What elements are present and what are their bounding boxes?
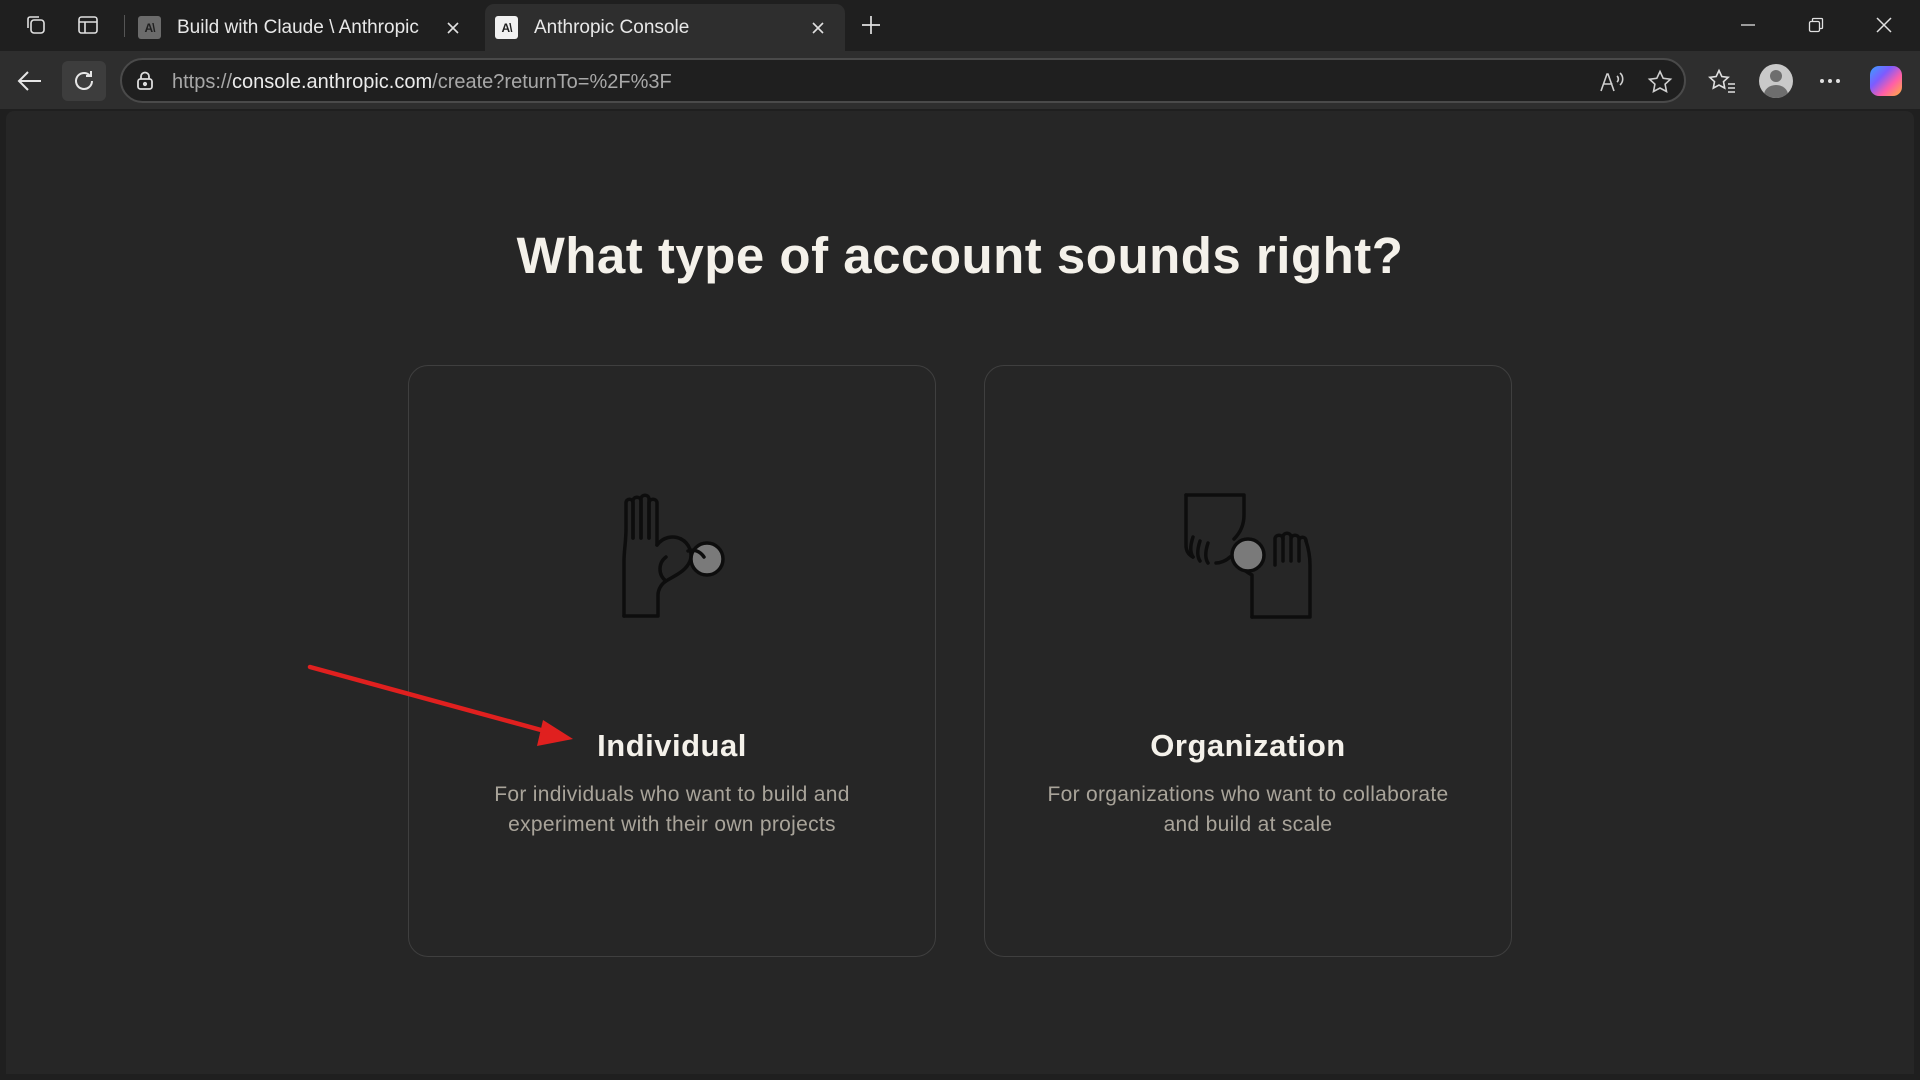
tab-actions-icon[interactable] xyxy=(70,8,106,42)
browser-address-bar: https://console.anthropic.com/create?ret… xyxy=(0,51,1920,109)
more-icon[interactable] xyxy=(1812,64,1848,98)
anthropic-favicon-icon: A\ xyxy=(495,16,518,39)
url-scheme: https:// xyxy=(172,71,233,93)
page-heading: What type of account sounds right? xyxy=(516,227,1404,284)
anthropic-favicon-icon: A\ xyxy=(138,16,161,39)
page-content: What type of account sounds right? Indiv… xyxy=(6,111,1914,1074)
copilot-icon[interactable] xyxy=(1868,64,1904,98)
url-text[interactable]: https://console.anthropic.com/create?ret… xyxy=(172,71,672,94)
minimize-icon[interactable] xyxy=(1714,0,1782,50)
close-tab-icon[interactable] xyxy=(438,13,468,43)
close-window-icon[interactable] xyxy=(1850,0,1918,50)
card-description: For organizations who want to collaborat… xyxy=(1047,783,1449,836)
organization-account-card[interactable]: Organization For organizations who want … xyxy=(984,365,1512,957)
tab-title: Anthropic Console xyxy=(534,16,690,38)
tab-title: Build with Claude \ Anthropic xyxy=(177,16,419,38)
hand-holding-coin-icon xyxy=(622,493,725,618)
browser-tab-bar: A\ Build with Claude \ Anthropic A\ Anth… xyxy=(0,0,1920,51)
card-description: For individuals who want to build and ex… xyxy=(494,783,850,836)
reload-icon[interactable] xyxy=(62,61,106,101)
lock-icon[interactable] xyxy=(134,70,156,92)
favorites-icon[interactable] xyxy=(1704,64,1740,98)
hands-exchanging-coin-icon xyxy=(1184,493,1312,619)
restore-icon[interactable] xyxy=(1782,0,1850,50)
copilot-logo xyxy=(1870,66,1902,96)
close-tab-icon[interactable] xyxy=(803,13,833,43)
star-icon[interactable] xyxy=(1644,68,1676,96)
tab-separator xyxy=(124,15,125,37)
card-title: Organization xyxy=(1150,728,1346,763)
tab-build-with-claude[interactable]: A\ Build with Claude \ Anthropic xyxy=(128,4,480,51)
url-path: /create?returnTo=%2F%3F xyxy=(432,71,672,93)
window-bottom-edge xyxy=(0,1074,1920,1080)
avatar xyxy=(1759,64,1793,98)
url-host: console.anthropic.com xyxy=(232,71,433,93)
individual-account-card[interactable]: Individual For individuals who want to b… xyxy=(408,365,936,957)
read-aloud-icon[interactable] xyxy=(1596,68,1628,96)
workspaces-icon[interactable] xyxy=(18,8,54,42)
new-tab-plus-icon[interactable] xyxy=(853,8,889,42)
card-title: Individual xyxy=(597,728,747,763)
back-arrow-icon[interactable] xyxy=(8,61,52,101)
tab-anthropic-console[interactable]: A\ Anthropic Console xyxy=(485,4,845,51)
profile-avatar[interactable] xyxy=(1758,64,1794,98)
url-omnibox[interactable]: https://console.anthropic.com/create?ret… xyxy=(120,58,1686,103)
